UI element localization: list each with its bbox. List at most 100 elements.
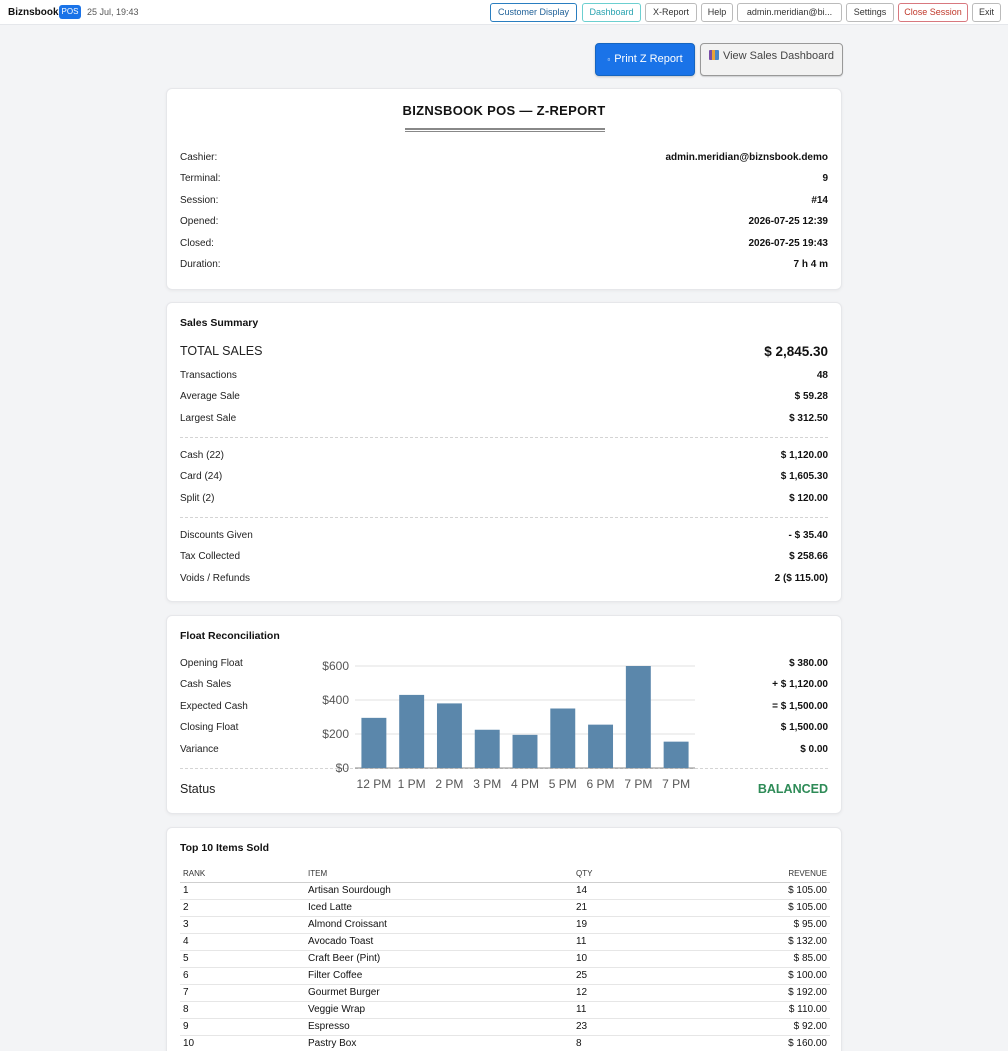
x-tick-label: 7 PM	[624, 777, 652, 791]
y-tick-label: $400	[322, 693, 349, 707]
info-value: admin.meridian@biznsbook.demo	[665, 152, 828, 163]
table-row: 7 Gourmet Burger 12 $ 192.00	[180, 984, 830, 1002]
view-sales-dashboard-button[interactable]: View Sales Dashboard	[700, 43, 843, 76]
cell-qty: 19	[573, 916, 693, 934]
x-tick-label: 4 PM	[511, 777, 539, 791]
cell-revenue: $ 105.00	[693, 899, 830, 917]
cell-rank: 7	[180, 984, 305, 1002]
cell-item: Artisan Sourdough	[305, 882, 573, 900]
cell-revenue: $ 95.00	[693, 916, 830, 934]
info-row-terminal: Terminal: 9	[180, 173, 828, 189]
settings-button[interactable]: Settings	[846, 3, 894, 22]
close-session-button[interactable]: Close Session	[898, 3, 968, 22]
cell-item: Iced Latte	[305, 899, 573, 917]
summary-label: Cash (22)	[180, 450, 224, 461]
status-label: Status	[180, 782, 216, 796]
top-bar: Biznsbook POS 25 Jul, 19:43 Customer Dis…	[0, 0, 1008, 25]
customer-display-button[interactable]: Customer Display	[490, 3, 577, 22]
table-row: 10 Pastry Box 8 $ 160.00	[180, 1035, 830, 1051]
info-value: 7 h 4 m	[793, 259, 828, 270]
top-items-card: Top 10 Items Sold RANK ITEM QTY REVENUE …	[166, 827, 842, 1051]
title-divider	[405, 128, 605, 132]
cell-rank: 4	[180, 933, 305, 951]
cell-rank: 1	[180, 882, 305, 900]
print-z-report-button[interactable]: ▫ Print Z Report	[595, 43, 695, 76]
float-value: $ 0.00	[800, 744, 828, 755]
total-sales-row: TOTAL SALES $ 2,845.30	[180, 344, 828, 364]
cell-revenue: $ 110.00	[693, 1001, 830, 1019]
float-label: Closing Float	[180, 722, 239, 733]
summary-label: Average Sale	[180, 391, 240, 402]
chart-bar	[474, 729, 500, 768]
printer-icon: ▫	[607, 55, 611, 64]
sales-summary-card: Sales Summary TOTAL SALES $ 2,845.30 Tra…	[166, 302, 842, 602]
cell-rank: 3	[180, 916, 305, 934]
cell-revenue: $ 105.00	[693, 882, 830, 900]
info-label: Duration:	[180, 259, 221, 270]
cell-item: Almond Croissant	[305, 916, 573, 934]
summary-value: $ 258.66	[789, 551, 828, 562]
cell-qty: 25	[573, 967, 693, 985]
cell-rank: 8	[180, 1001, 305, 1019]
x-tick-label: 2 PM	[435, 777, 463, 791]
cell-item: Filter Coffee	[305, 967, 573, 985]
chart-bar	[436, 703, 462, 768]
info-value: #14	[811, 195, 828, 206]
info-row-closed: Closed: 2026-07-25 19:43	[180, 238, 828, 254]
y-tick-label: $200	[322, 727, 349, 741]
chart-bar	[550, 708, 576, 768]
summary-row-card: Card (24) $ 1,605.30	[180, 471, 828, 487]
cell-item: Espresso	[305, 1018, 573, 1036]
cell-qty: 12	[573, 984, 693, 1002]
info-label: Cashier:	[180, 152, 218, 163]
cell-rank: 2	[180, 899, 305, 917]
cell-qty: 11	[573, 1001, 693, 1019]
info-value: 2026-07-25 12:39	[748, 216, 828, 227]
table-row: 3 Almond Croissant 19 $ 95.00	[180, 916, 830, 934]
report-header-card: BIZNSBOOK POS — Z-REPORT Cashier: admin.…	[166, 88, 842, 290]
x-tick-label: 3 PM	[473, 777, 501, 791]
float-value: + $ 1,120.00	[772, 679, 828, 690]
cell-qty: 8	[573, 1035, 693, 1051]
float-reconciliation-card: Float Reconciliation Opening Float $ 380…	[166, 615, 842, 814]
summary-divider	[180, 517, 828, 518]
cell-qty: 14	[573, 882, 693, 900]
float-label: Opening Float	[180, 658, 243, 669]
summary-row-tax: Tax Collected $ 258.66	[180, 551, 828, 567]
user-menu-button[interactable]: admin.meridian@bi...	[737, 3, 842, 22]
hourly-sales-chart: $0 $200 $400 $600 12 PM 1 PM 2 PM 3 PM 4 PM 5 PM 6…	[322, 659, 695, 791]
summary-row-cash: Cash (22) $ 1,120.00	[180, 450, 828, 466]
dashboard-button[interactable]: Dashboard	[582, 3, 641, 22]
cell-rank: 6	[180, 967, 305, 985]
col-revenue-header: REVENUE	[693, 866, 830, 883]
table-row: 2 Iced Latte 21 $ 105.00	[180, 899, 830, 917]
top-items-title: Top 10 Items Sold	[180, 842, 270, 854]
status-value: BALANCED	[757, 782, 828, 796]
summary-label: Largest Sale	[180, 413, 237, 424]
info-value: 2026-07-25 19:43	[748, 238, 828, 249]
summary-row-average-sale: Average Sale $ 59.28	[180, 391, 828, 407]
info-value: 9	[822, 173, 828, 184]
x-report-button[interactable]: X-Report	[645, 3, 697, 22]
summary-row-discounts: Discounts Given - $ 35.40	[180, 530, 828, 546]
exit-button[interactable]: Exit	[972, 3, 1001, 22]
cell-item: Craft Beer (Pint)	[305, 950, 573, 968]
summary-value: 2 ($ 115.00)	[774, 573, 828, 584]
cell-revenue: $ 192.00	[693, 984, 830, 1002]
table-row: 5 Craft Beer (Pint) 10 $ 85.00	[180, 950, 830, 968]
cell-qty: 21	[573, 899, 693, 917]
table-header-row: RANK ITEM QTY REVENUE	[180, 866, 830, 883]
summary-divider	[180, 437, 828, 438]
bar-chart-icon	[708, 50, 719, 60]
x-tick-label: 6 PM	[587, 777, 615, 791]
y-tick-label: $0	[336, 761, 350, 775]
float-label: Cash Sales	[180, 679, 232, 690]
cell-revenue: $ 132.00	[693, 933, 830, 951]
chart-bar	[399, 694, 425, 768]
info-label: Opened:	[180, 216, 219, 227]
x-tick-label: 7 PM	[662, 777, 690, 791]
table-row: 6 Filter Coffee 25 $ 100.00	[180, 967, 830, 985]
help-button[interactable]: Help	[701, 3, 733, 22]
brand-name: Biznsbook	[8, 7, 59, 18]
chart-bar	[588, 724, 614, 768]
